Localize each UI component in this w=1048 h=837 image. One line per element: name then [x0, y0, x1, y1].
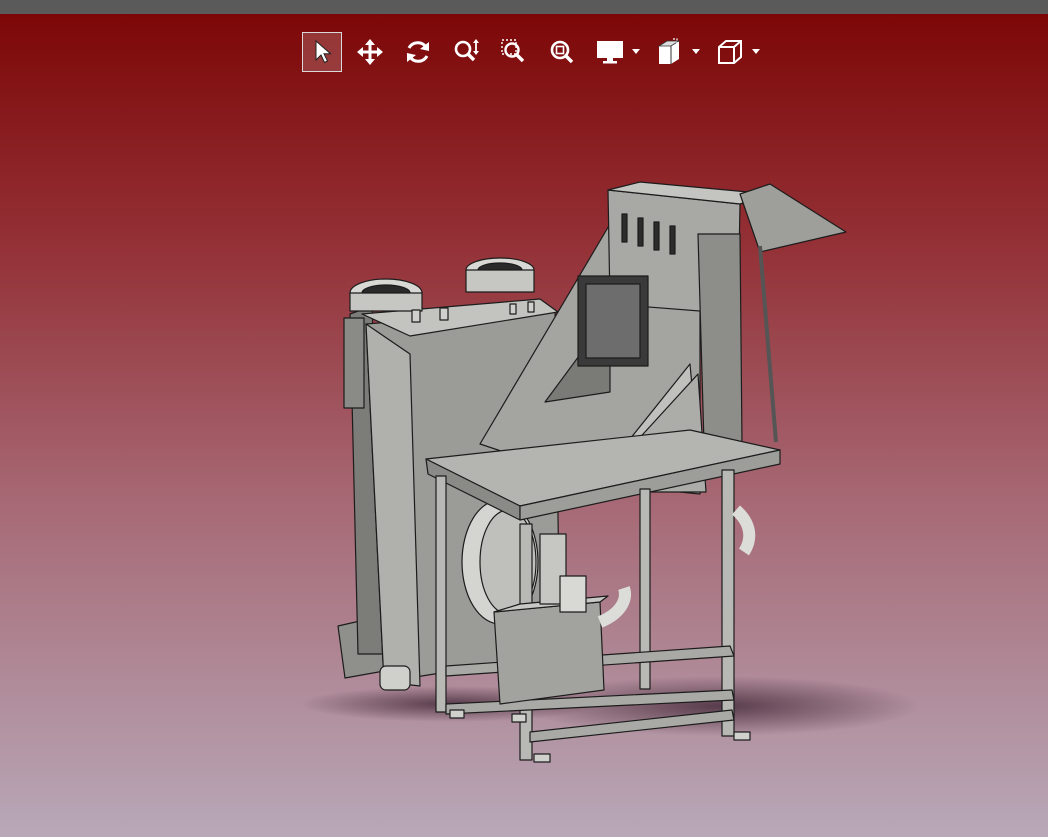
zoom-updown-icon [454, 39, 479, 62]
section-view-button[interactable] [650, 32, 690, 72]
zoom-fit-button[interactable] [542, 32, 582, 72]
chevron-down-icon[interactable] [690, 32, 702, 72]
chevron-down-icon[interactable] [750, 32, 762, 72]
section-view-dropdown[interactable] [650, 32, 702, 72]
zoom-window-icon [501, 39, 525, 63]
machine-3d-model[interactable] [0, 14, 1048, 837]
select-tool-button[interactable] [302, 32, 342, 72]
pan-tool-button[interactable] [350, 32, 390, 72]
view-toolbar [302, 32, 762, 72]
rotate-tool-button[interactable] [398, 32, 438, 72]
monitor-icon [597, 41, 623, 64]
3d-viewport[interactable] [0, 14, 1048, 837]
display-mode-button[interactable] [590, 32, 630, 72]
display-mode-dropdown[interactable] [590, 32, 642, 72]
window-titlebar [0, 0, 1048, 14]
standard-views-dropdown[interactable] [710, 32, 762, 72]
section-view-icon [657, 38, 681, 64]
cursor-arrow-icon [315, 39, 332, 64]
rotate-icon [407, 41, 429, 63]
move-arrows-icon [357, 39, 383, 65]
cube-icon [718, 40, 742, 64]
zoom-tool-button[interactable] [446, 32, 486, 72]
zoom-window-button[interactable] [494, 32, 534, 72]
zoom-fit-icon [550, 40, 574, 64]
standard-views-button[interactable] [710, 32, 750, 72]
chevron-down-icon[interactable] [630, 32, 642, 72]
